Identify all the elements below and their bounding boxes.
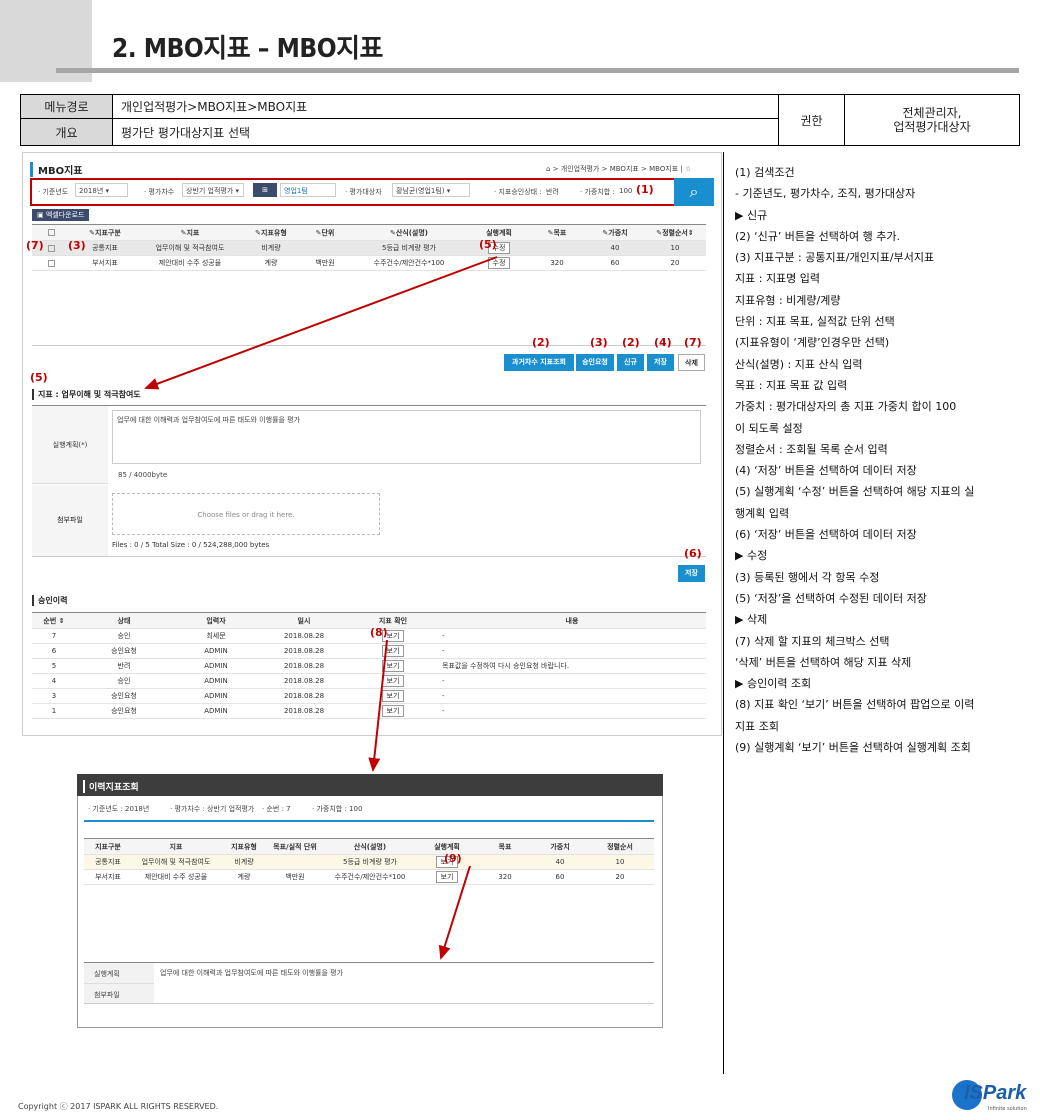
ispark-logo: ISPark Infinite solution bbox=[952, 1080, 1028, 1114]
description-panel: (1) 검색조건 - 기준년도, 평가차수, 조직, 평가대상자 ▶ 신규 (2) ‘… bbox=[735, 166, 975, 755]
copyright: Copyright ⓒ 2017 ISPARK ALL RIGHTS RESER… bbox=[18, 1102, 219, 1111]
